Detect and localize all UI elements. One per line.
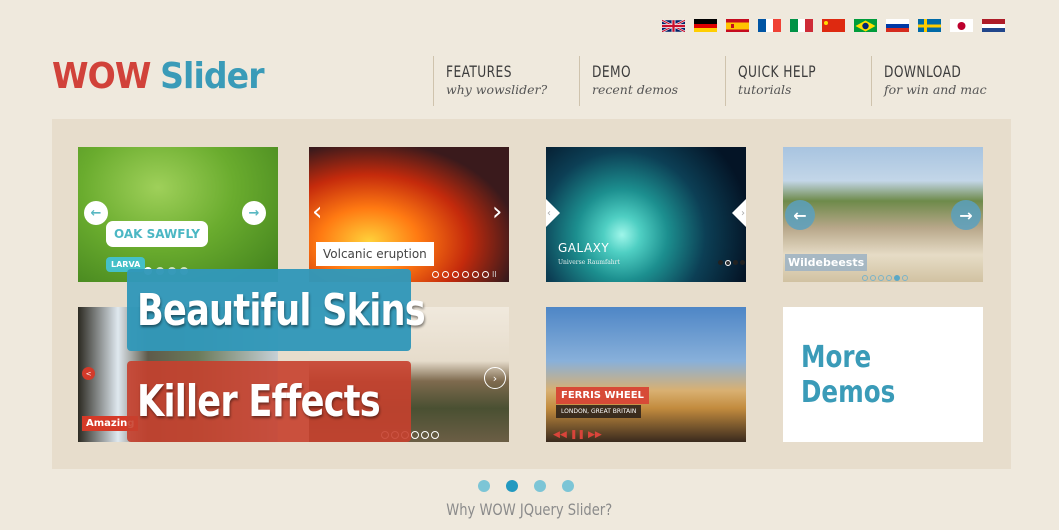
- bullet[interactable]: [421, 431, 429, 439]
- bullet[interactable]: [462, 271, 469, 278]
- germany-flag-icon[interactable]: [694, 18, 717, 32]
- slide-caption: Volcanic eruption: [316, 242, 434, 266]
- bullet[interactable]: [740, 260, 745, 265]
- russia-flag-icon[interactable]: [886, 18, 909, 32]
- share-icon[interactable]: <: [82, 367, 95, 380]
- netherlands-flag-icon[interactable]: [982, 18, 1005, 32]
- slide-bullets: [862, 275, 908, 281]
- banner-text: Beautiful Skins: [137, 284, 426, 336]
- slide-subtitle: Universe Raumfahrt: [558, 259, 620, 266]
- rewind-icon[interactable]: ◀◀: [553, 430, 567, 440]
- demo-oak-sawfly[interactable]: ← → OAK SAWFLY LARVA: [78, 147, 278, 282]
- next-arrow-icon[interactable]: ›: [492, 199, 502, 225]
- pause-icon[interactable]: II: [492, 271, 497, 279]
- why-wow-link[interactable]: Why WOW JQuery Slider?: [0, 500, 1059, 519]
- bullet[interactable]: [432, 271, 439, 278]
- bullet[interactable]: [894, 275, 900, 281]
- brazil-flag-icon[interactable]: [854, 18, 877, 32]
- demo-volcanic-eruption[interactable]: ‹ › Volcanic eruption II: [309, 147, 509, 282]
- pager-dot[interactable]: [562, 480, 574, 492]
- beautiful-skins-banner[interactable]: Beautiful Skins: [127, 269, 426, 351]
- bullet[interactable]: [862, 275, 868, 281]
- nav-subtitle: for win and mac: [884, 82, 987, 97]
- nav-title: QUICK HELP: [738, 62, 817, 81]
- language-flags: [662, 18, 1005, 32]
- prev-arrow-icon[interactable]: ←: [84, 201, 108, 225]
- spain-flag-icon[interactable]: [726, 18, 749, 32]
- slide-caption: OAK SAWFLY: [106, 221, 208, 247]
- pager-dot[interactable]: [534, 480, 546, 492]
- bullet[interactable]: [733, 260, 738, 265]
- playback-controls: ◀◀ ❚❚ ▶▶: [553, 430, 602, 440]
- bullet[interactable]: [482, 271, 489, 278]
- nav-subtitle: recent demos: [592, 82, 679, 97]
- killer-effects-banner[interactable]: Killer Effects: [127, 361, 411, 442]
- next-arrow-icon[interactable]: →: [951, 200, 981, 230]
- bullet[interactable]: [718, 260, 723, 265]
- forward-icon[interactable]: ▶▶: [588, 430, 602, 440]
- banner-text: Killer Effects: [137, 376, 381, 427]
- slide-bullets: II: [432, 271, 497, 279]
- nav-demo[interactable]: DEMO recent demos: [579, 56, 725, 106]
- logo-slider: Slider: [160, 56, 264, 97]
- bullet[interactable]: [902, 275, 908, 281]
- nav-features[interactable]: FEATURES why wowslider?: [433, 56, 579, 106]
- showcase-pager: [478, 480, 574, 492]
- prev-arrow-icon[interactable]: ‹: [312, 199, 322, 225]
- bullet[interactable]: [725, 260, 731, 266]
- demo-ferris-wheel[interactable]: FERRIS WHEEL LONDON, GREAT BRITAIN ◀◀ ❚❚…: [546, 307, 746, 442]
- logo[interactable]: WOW Slider: [52, 56, 265, 97]
- slide-caption: Wildebeests: [785, 254, 868, 271]
- japan-flag-icon[interactable]: [950, 18, 973, 32]
- prev-arrow-icon[interactable]: ←: [785, 200, 815, 230]
- nav-title: FEATURES: [446, 62, 512, 81]
- slide-caption: GALAXY: [558, 241, 610, 255]
- next-arrow-icon[interactable]: ›: [732, 199, 746, 227]
- nav-title: DEMO: [592, 62, 632, 81]
- slide-caption: FERRIS WHEEL: [556, 387, 649, 404]
- slide-subtitle: LONDON, GREAT BRITAIN: [556, 405, 642, 418]
- more-demos-label: More Demos: [801, 339, 896, 410]
- more-demos-button[interactable]: More Demos: [783, 307, 983, 442]
- nav-quick-help[interactable]: QUICK HELP tutorials: [725, 56, 871, 106]
- bullet[interactable]: [886, 275, 892, 281]
- pager-dot[interactable]: [478, 480, 490, 492]
- why-wow-text: Why WOW JQuery Slider?: [446, 500, 613, 519]
- prev-arrow-icon[interactable]: ‹: [546, 199, 560, 227]
- nav-title: DOWNLOAD: [884, 62, 962, 81]
- france-flag-icon[interactable]: [758, 18, 781, 32]
- bullet[interactable]: [442, 271, 449, 278]
- slide-bullets: [718, 260, 745, 266]
- next-arrow-icon[interactable]: →: [242, 201, 266, 225]
- nav-subtitle: tutorials: [738, 82, 792, 97]
- nav-subtitle: why wowslider?: [446, 82, 548, 97]
- demo-galaxy[interactable]: ‹ › GALAXY Universe Raumfahrt: [546, 147, 746, 282]
- bullet[interactable]: [472, 271, 479, 278]
- pause-icon[interactable]: ❚❚: [570, 430, 585, 440]
- bullet[interactable]: [870, 275, 876, 281]
- bullet[interactable]: [431, 431, 439, 439]
- main-nav: FEATURES why wowslider? DEMO recent demo…: [433, 56, 1017, 106]
- bullet[interactable]: [878, 275, 884, 281]
- bullet[interactable]: [452, 271, 459, 278]
- logo-wow: WOW: [52, 56, 151, 97]
- uk-flag-icon[interactable]: [662, 18, 685, 32]
- sweden-flag-icon[interactable]: [918, 18, 941, 32]
- demo-wildebeests[interactable]: ← → Wildebeests: [783, 147, 983, 282]
- next-arrow-icon[interactable]: ›: [484, 367, 506, 389]
- pager-dot-active[interactable]: [506, 480, 518, 492]
- italy-flag-icon[interactable]: [790, 18, 813, 32]
- bullet[interactable]: [411, 431, 419, 439]
- china-flag-icon[interactable]: [822, 18, 845, 32]
- nav-download[interactable]: DOWNLOAD for win and mac: [871, 56, 1017, 106]
